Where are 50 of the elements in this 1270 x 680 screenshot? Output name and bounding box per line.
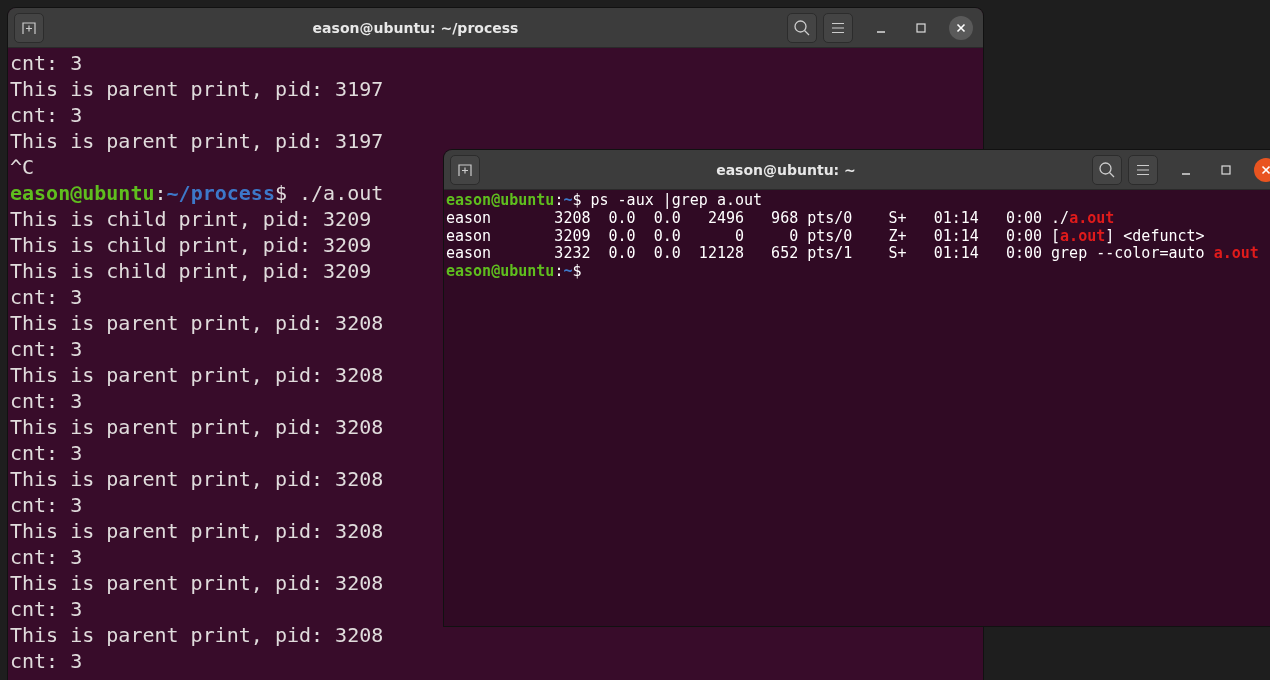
terminal-line: cnt: 3: [10, 284, 83, 310]
close-icon: [1260, 163, 1270, 176]
close-button[interactable]: [949, 15, 973, 40]
maximize-icon: [1220, 163, 1232, 176]
terminal-line: ^C: [10, 154, 35, 180]
search-button[interactable]: [1092, 154, 1122, 185]
new-tab-icon: [21, 19, 37, 36]
terminal-line: This is child print, pid: 3209: [10, 206, 372, 232]
close-icon: [955, 21, 967, 34]
new-tab-button[interactable]: [450, 154, 480, 185]
terminal-line: This is parent print, pid: 3208: [10, 466, 384, 492]
new-tab-icon: [457, 161, 473, 178]
search-icon: [793, 18, 811, 37]
terminal-line: eason 3209 0.0 0.0 0 0 pts/0 Z+ 01:14 0:00 [a.out] <defunct>: [446, 227, 1205, 246]
maximize-icon: [915, 21, 927, 34]
terminal-line: cnt: 3: [10, 336, 83, 362]
minimize-icon: [1182, 172, 1190, 175]
minimize-icon: [877, 30, 885, 33]
terminal-line: cnt: 3: [10, 544, 83, 570]
terminal-line: eason 3232 0.0 0.0 12128 652 pts/1 S+ 01:14 0:00 grep --color=auto a.out: [446, 245, 1259, 264]
terminal-line: This is parent print, pid: 3208: [10, 622, 384, 648]
new-tab-button[interactable]: [14, 12, 44, 43]
window-title: eason@ubuntu: ~: [715, 161, 857, 178]
terminal-line: cnt: 3: [10, 492, 83, 518]
terminal-line: This is parent print, pid: 3208: [10, 362, 384, 388]
search-button[interactable]: [787, 12, 817, 43]
menu-icon: [1136, 163, 1150, 176]
terminal-line: This is parent print, pid: 3208: [10, 570, 384, 596]
menu-button[interactable]: [823, 12, 853, 43]
terminal-line: cnt: 3: [10, 388, 83, 414]
terminal-line: This is child print, pid: 3209: [10, 232, 372, 258]
terminal-line: This is parent print, pid: 3197: [10, 128, 384, 154]
window-title: eason@ubuntu: ~/process: [311, 19, 520, 36]
terminal-line: cnt: 3: [10, 596, 83, 622]
terminal-line: This is parent print, pid: 3208: [10, 414, 384, 440]
terminal-line: This is parent print, pid: 3208: [10, 518, 384, 544]
terminal-line: cnt: 3: [10, 50, 83, 76]
terminal-line: This is child print, pid: 3209: [10, 258, 372, 284]
search-icon: [1098, 160, 1116, 179]
terminal-line: cnt: 3: [10, 102, 83, 128]
terminal-line: This is parent print, pid: 3208: [10, 310, 384, 336]
terminal-line: eason 3208 0.0 0.0 2496 968 pts/0 S+ 01:14 0:00 ./a.out: [446, 209, 1115, 228]
terminal-line: This is parent print, pid: 3197: [10, 76, 384, 102]
terminal-line: cnt: 3: [10, 648, 83, 674]
menu-icon: [831, 21, 845, 34]
terminal-line: eason@ubuntu:~$: [446, 263, 582, 281]
menu-button[interactable]: [1128, 154, 1158, 185]
terminal-line: eason@ubuntu:~$ ps -aux |grep a.out: [446, 192, 763, 210]
terminal-line: eason@ubuntu:~/process$ ./a.out: [10, 180, 384, 206]
terminal-line: cnt: 3: [10, 440, 83, 466]
